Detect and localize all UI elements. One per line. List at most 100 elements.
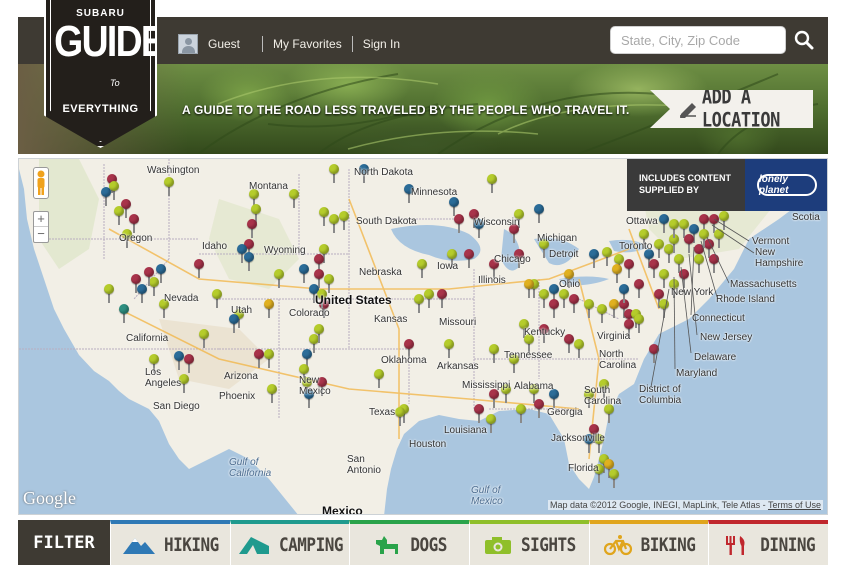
- terms-of-use-link[interactable]: Terms of Use: [768, 500, 821, 510]
- map-pin[interactable]: [464, 249, 474, 269]
- map-pin[interactable]: [569, 294, 579, 314]
- map-pin[interactable]: [109, 181, 119, 201]
- lonely-planet-logo: lonely planet: [757, 174, 817, 196]
- map-pin[interactable]: [314, 324, 324, 344]
- map-label: Kentucky: [524, 327, 566, 338]
- map-pin[interactable]: [534, 399, 544, 419]
- map-pin[interactable]: [247, 219, 257, 239]
- sign-in-link[interactable]: Sign In: [351, 36, 410, 52]
- filter-camping[interactable]: CAMPING: [229, 520, 350, 565]
- map-pin[interactable]: [104, 284, 114, 304]
- map-label: San Diego: [153, 401, 200, 412]
- lonely-planet-banner[interactable]: INCLUDES CONTENT SUPPLIED BY lonely plan…: [627, 159, 827, 211]
- map-pin[interactable]: [144, 267, 154, 287]
- map-pin[interactable]: [489, 344, 499, 364]
- map-pin[interactable]: [212, 289, 222, 309]
- map-pin[interactable]: [329, 214, 339, 234]
- street-view-pegman[interactable]: [33, 167, 49, 199]
- map-pin[interactable]: [114, 206, 124, 226]
- map-pin[interactable]: [339, 211, 349, 231]
- map-pin[interactable]: [254, 349, 264, 369]
- map-pin[interactable]: [414, 294, 424, 314]
- filter-sights[interactable]: SIGHTS: [469, 520, 589, 565]
- zoom-out-button[interactable]: −: [34, 227, 48, 242]
- filter-hiking[interactable]: HIKING: [110, 520, 230, 565]
- map-label: Ohio: [559, 279, 581, 290]
- map-pin[interactable]: [119, 304, 129, 324]
- map-pin[interactable]: [549, 389, 559, 409]
- map-pin[interactable]: [619, 284, 629, 304]
- filter-dogs-label: DOGS: [410, 533, 447, 556]
- map[interactable]: + − North Dakota Minnesota Washington Mo…: [18, 158, 828, 515]
- map-pin[interactable]: [267, 384, 277, 404]
- state-leader-lines: [650, 219, 755, 388]
- map-label: Michigan: [537, 233, 578, 244]
- map-pin[interactable]: [444, 339, 454, 359]
- map-pin[interactable]: [229, 314, 239, 334]
- map-pin[interactable]: [374, 369, 384, 389]
- map-pin[interactable]: [199, 329, 209, 349]
- map-pin[interactable]: [137, 284, 147, 304]
- map-pin[interactable]: [549, 299, 559, 319]
- filter-dining[interactable]: DINING: [708, 520, 829, 565]
- map-label: Arkansas: [437, 361, 479, 372]
- map-pin[interactable]: [584, 299, 594, 319]
- map-pin[interactable]: [395, 407, 405, 427]
- map-pin[interactable]: [156, 264, 166, 284]
- map-pin[interactable]: [602, 247, 612, 267]
- filter-label: FILTER: [18, 520, 110, 565]
- map-label: Wisconsin: [474, 217, 520, 228]
- my-favorites-link[interactable]: My Favorites: [262, 36, 352, 52]
- map-label: Oregon: [119, 233, 153, 244]
- map-pin[interactable]: [299, 264, 309, 284]
- pencil-icon: [680, 103, 696, 118]
- map-pin[interactable]: [244, 252, 254, 272]
- filter-dogs[interactable]: DOGS: [349, 520, 470, 565]
- map-pin[interactable]: [417, 259, 427, 279]
- add-location-button[interactable]: ADD A LOCATION: [650, 90, 813, 128]
- map-pin[interactable]: [264, 299, 274, 319]
- map-pin[interactable]: [609, 469, 619, 489]
- map-label: Colorado: [289, 308, 330, 319]
- avatar: [178, 34, 198, 54]
- map-pin[interactable]: [604, 404, 614, 424]
- map-pin[interactable]: [574, 339, 584, 359]
- map-pin[interactable]: [424, 289, 434, 309]
- add-location-label: ADD A LOCATION: [701, 86, 780, 132]
- map-pin[interactable]: [289, 189, 299, 209]
- search-icon[interactable]: [794, 30, 814, 50]
- map-pin[interactable]: [274, 269, 284, 289]
- filter-biking[interactable]: BIKING: [588, 520, 709, 565]
- dog-icon: [376, 535, 399, 554]
- map-pin[interactable]: [319, 207, 329, 227]
- map-pin[interactable]: [609, 299, 619, 319]
- map-pin[interactable]: [486, 414, 496, 434]
- map-label: Washington: [147, 165, 200, 176]
- map-pin[interactable]: [454, 214, 464, 234]
- map-pin[interactable]: [487, 174, 497, 194]
- map-pin[interactable]: [612, 264, 622, 284]
- map-pin[interactable]: [559, 289, 569, 309]
- map-pin[interactable]: [539, 289, 549, 309]
- map-pin[interactable]: [524, 279, 534, 299]
- map-pin[interactable]: [489, 389, 499, 409]
- map-pin[interactable]: [624, 259, 634, 279]
- zoom-in-button[interactable]: +: [34, 212, 48, 227]
- search-input[interactable]: [610, 26, 786, 54]
- mountain-icon: [122, 537, 155, 554]
- map-label: Los Angeles: [145, 367, 182, 389]
- map-pin[interactable]: [534, 204, 544, 224]
- map-pin[interactable]: [589, 249, 599, 269]
- map-pin[interactable]: [516, 404, 526, 424]
- map-pin[interactable]: [437, 289, 447, 309]
- map-pin[interactable]: [264, 349, 274, 369]
- zoom-control[interactable]: + −: [33, 211, 49, 243]
- map-pin[interactable]: [164, 177, 174, 197]
- map-pin[interactable]: [564, 334, 574, 354]
- google-logo[interactable]: Google: [23, 488, 76, 509]
- map-pin[interactable]: [194, 259, 204, 279]
- map-pin[interactable]: [474, 404, 484, 424]
- map-pin[interactable]: [329, 164, 339, 184]
- map-pin[interactable]: [597, 304, 607, 324]
- map-label: New Mexico: [299, 375, 331, 397]
